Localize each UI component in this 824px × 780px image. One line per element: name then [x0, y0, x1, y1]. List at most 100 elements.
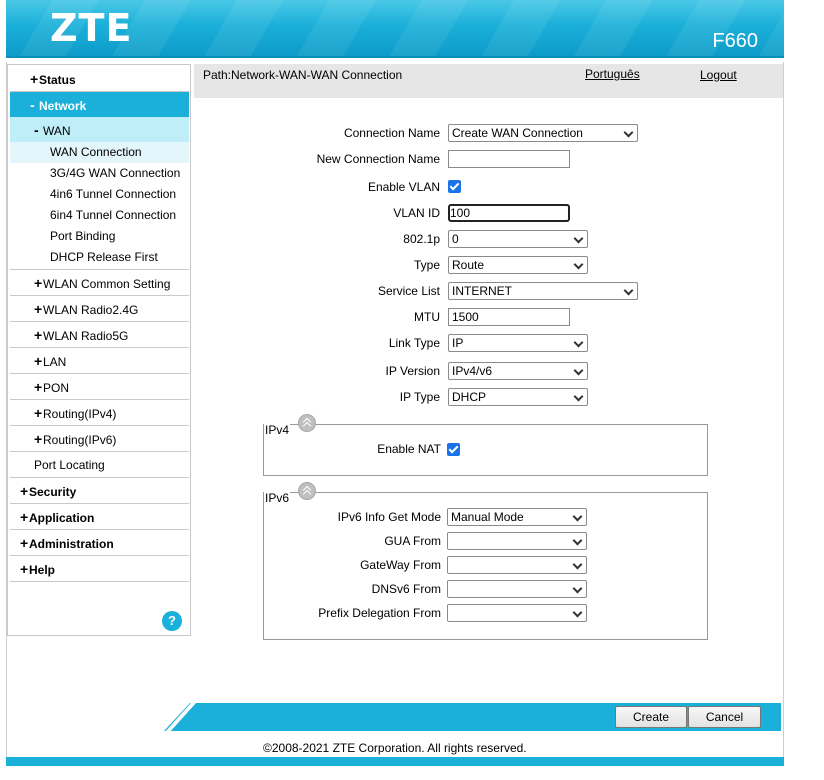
8021p-label: 802.1p: [403, 232, 440, 246]
create-button[interactable]: Create: [615, 706, 687, 728]
ip-type-label: IP Type: [399, 390, 440, 404]
chevron-down-icon: [572, 511, 583, 522]
new-connection-name-input[interactable]: [448, 150, 570, 168]
select-value: INTERNET: [452, 284, 512, 298]
sidebar-item-label: LAN: [43, 355, 67, 369]
expand-plus-icon: +: [20, 483, 29, 499]
collapse-minus-icon: -: [30, 97, 35, 113]
sidebar-item-label: Help: [29, 563, 56, 577]
sidebar-item-wlan-24g[interactable]: +WLAN Radio2.4G: [10, 296, 189, 322]
ip-type-select[interactable]: DHCP: [448, 388, 588, 406]
chevron-down-icon: [572, 583, 583, 594]
collapse-up-icon[interactable]: [298, 414, 316, 432]
sidebar-item-dhcp-release[interactable]: DHCP Release First: [10, 247, 189, 270]
ip-version-select[interactable]: IPv4/v6: [448, 362, 588, 380]
footer-bar: [6, 757, 784, 766]
expand-plus-icon: +: [30, 71, 39, 87]
collapse-up-icon[interactable]: [298, 482, 316, 500]
logout-link[interactable]: Logout: [700, 68, 737, 82]
type-select[interactable]: Route: [448, 256, 588, 274]
link-type-label: Link Type: [388, 336, 440, 350]
chevron-down-icon: [573, 391, 584, 402]
expand-plus-icon: +: [34, 431, 43, 447]
chevron-down-icon: [572, 535, 583, 546]
sidebar-item-routing-ipv4[interactable]: +Routing(IPv4): [10, 400, 189, 426]
device-model: F660: [712, 30, 758, 52]
sidebar-item-port-locating[interactable]: Port Locating: [10, 452, 189, 478]
select-value: DHCP: [452, 390, 487, 404]
chevron-down-icon: [572, 559, 583, 570]
sidebar-item-3g4g-wan[interactable]: 3G/4G WAN Connection: [10, 163, 189, 184]
expand-plus-icon: +: [34, 353, 43, 369]
enable-vlan-checkbox[interactable]: [448, 180, 461, 193]
sidebar-item-label: WLAN Radio2.4G: [43, 303, 139, 317]
vlan-id-input[interactable]: 100: [448, 204, 570, 222]
enable-vlan-label: Enable VLAN: [367, 180, 440, 194]
sidebar-item-label: WLAN Radio5G: [43, 329, 129, 343]
select-value: 0: [452, 232, 459, 246]
sidebar-item-6in4-tunnel[interactable]: 6in4 Tunnel Connection: [10, 205, 189, 226]
expand-plus-icon: +: [34, 327, 43, 343]
8021p-select[interactable]: 0: [448, 230, 588, 248]
path-bar: Path:Network-WAN-WAN Connection Portuguê…: [194, 64, 783, 98]
ipv6-info-mode-select[interactable]: Manual Mode: [447, 508, 587, 526]
mtu-input[interactable]: 1500: [448, 308, 570, 326]
sidebar-item-4in6-tunnel[interactable]: 4in6 Tunnel Connection: [10, 184, 189, 205]
sidebar-item-application[interactable]: +Application: [10, 504, 189, 530]
expand-plus-icon: +: [20, 509, 29, 525]
sidebar-item-security[interactable]: +Security: [10, 478, 189, 504]
sidebar-item-label: Application: [29, 511, 95, 525]
gateway-from-label: GateWay From: [360, 558, 441, 572]
cancel-button[interactable]: Cancel: [688, 706, 761, 728]
sidebar-item-routing-ipv6[interactable]: +Routing(IPv6): [10, 426, 189, 452]
sidebar-item-administration[interactable]: +Administration: [10, 530, 189, 556]
mtu-label: MTU: [414, 310, 440, 324]
ipv6-info-mode-label: IPv6 Info Get Mode: [337, 510, 441, 524]
type-label: Type: [413, 258, 440, 272]
enable-nat-checkbox[interactable]: [447, 443, 460, 456]
chevron-down-icon: [572, 607, 583, 618]
sidebar-item-wan[interactable]: - WAN: [10, 117, 189, 143]
sidebar-item-label: Routing(IPv4): [43, 407, 117, 421]
sidebar-item-status[interactable]: +Status: [10, 66, 189, 92]
expand-plus-icon: +: [34, 379, 43, 395]
sidebar-item-help[interactable]: +Help: [10, 556, 189, 582]
chevron-down-icon: [623, 127, 634, 138]
sidebar-item-label: Security: [29, 485, 77, 499]
chevron-down-icon: [573, 337, 584, 348]
expand-plus-icon: +: [34, 405, 43, 421]
enable-nat-label: Enable NAT: [377, 442, 441, 456]
sidebar-item-pon[interactable]: +PON: [10, 374, 189, 400]
ipv6-legend: IPv6: [264, 491, 291, 505]
collapse-minus-icon: -: [34, 122, 39, 138]
prefix-delegation-label: Prefix Delegation From: [318, 606, 441, 620]
sidebar-item-label: WLAN Common Setting: [43, 277, 171, 291]
select-value: IP: [452, 336, 464, 350]
expand-plus-icon: +: [20, 561, 29, 577]
help-icon[interactable]: ?: [162, 611, 182, 631]
gua-from-select[interactable]: [447, 532, 587, 550]
select-value: Manual Mode: [451, 510, 524, 524]
link-type-select[interactable]: IP: [448, 334, 588, 352]
sidebar-menu: +Status - Network - WAN WAN Connection 3G/…: [7, 64, 191, 636]
gateway-from-select[interactable]: [447, 556, 587, 574]
ip-version-label: IP Version: [385, 364, 440, 378]
ipv4-legend: IPv4: [264, 423, 291, 437]
sidebar-item-network[interactable]: - Network: [10, 92, 189, 118]
language-link[interactable]: Português: [585, 67, 640, 81]
chevron-down-icon: [573, 259, 584, 270]
breadcrumb: Path:Network-WAN-WAN Connection: [203, 68, 403, 82]
sidebar-item-lan[interactable]: +LAN: [10, 348, 189, 374]
service-list-select[interactable]: INTERNET: [448, 282, 638, 300]
sidebar-item-label: Routing(IPv6): [43, 433, 117, 447]
sidebar-item-wan-connection[interactable]: WAN Connection: [10, 142, 189, 163]
sidebar-item-wlan-common[interactable]: +WLAN Common Setting: [10, 270, 189, 296]
prefix-delegation-select[interactable]: [447, 604, 587, 622]
connection-name-select[interactable]: Create WAN Connection: [448, 124, 638, 142]
sidebar-item-port-binding[interactable]: Port Binding: [10, 226, 189, 247]
select-value: IPv4/v6: [452, 364, 493, 378]
sidebar-item-wlan-5g[interactable]: +WLAN Radio5G: [10, 322, 189, 348]
sidebar-item-label: Status: [39, 73, 76, 87]
vlan-id-label: VLAN ID: [393, 206, 440, 220]
dnsv6-from-select[interactable]: [447, 580, 587, 598]
